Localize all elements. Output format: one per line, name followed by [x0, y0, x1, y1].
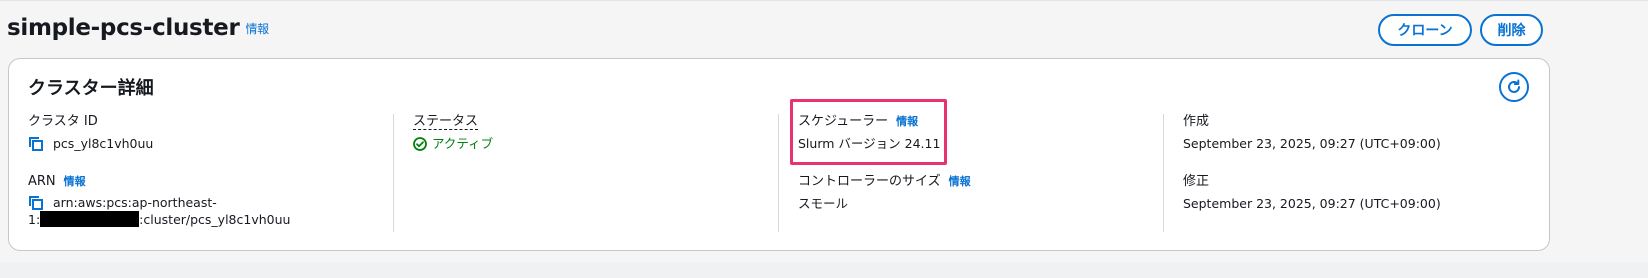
controller-size-label-row: コントローラーのサイズ 情報	[798, 174, 1158, 190]
cluster-id-field: pcs_yl8c1vh0uu	[28, 135, 388, 152]
arn-value-prefix: 1:	[28, 212, 41, 227]
arn-label-row: ARN 情報	[28, 174, 388, 190]
column-divider	[393, 114, 394, 232]
panel-title: クラスター詳細	[28, 78, 154, 99]
cluster-details-panel: クラスター詳細 クラスタ ID pcs_yl8c1vh0uu ARN 情報 arn…	[8, 58, 1550, 251]
modified-label: 修正	[1183, 174, 1210, 189]
arn-field: arn:aws:pcs:ap-northeast- 1: :cluster/pcs…	[28, 194, 388, 228]
column-status: ステータス アクティブ	[413, 114, 773, 232]
controller-size-info-link[interactable]: 情報	[949, 175, 971, 188]
column-divider	[778, 114, 779, 232]
annotation-highlight-box	[790, 99, 947, 165]
delete-button[interactable]: 削除	[1480, 14, 1543, 46]
column-identifiers: クラスタ ID pcs_yl8c1vh0uu ARN 情報 arn:aws:pcs…	[28, 114, 388, 232]
refresh-icon	[1508, 79, 1520, 93]
cluster-id-value: pcs_yl8c1vh0uu	[53, 136, 154, 151]
status-value: アクティブ	[432, 136, 494, 151]
modified-value: September 23, 2025, 09:27 (UTC+09:00)	[1183, 196, 1441, 211]
refresh-button[interactable]	[1499, 72, 1529, 102]
arn-value-line1: arn:aws:pcs:ap-northeast-	[53, 195, 217, 210]
arn-info-link[interactable]: 情報	[64, 175, 86, 188]
page-title-text: simple-pcs-cluster	[7, 15, 240, 41]
copy-icon[interactable]	[28, 136, 44, 152]
status-label-row: ステータス	[413, 114, 773, 130]
clone-button[interactable]: クローン	[1378, 14, 1472, 46]
arn-label: ARN	[28, 174, 56, 189]
status-label[interactable]: ステータス	[413, 114, 479, 130]
redacted-account-id	[40, 211, 140, 227]
column-divider	[1163, 114, 1164, 232]
arn-value-suffix: :cluster/pcs_yl8c1vh0uu	[139, 212, 291, 227]
copy-icon[interactable]	[28, 195, 44, 211]
status-success-icon	[413, 136, 427, 151]
created-value: September 23, 2025, 09:27 (UTC+09:00)	[1183, 136, 1441, 151]
title-info-link[interactable]: 情報	[245, 22, 269, 36]
controller-size-value: スモール	[798, 196, 849, 211]
page-title: simple-pcs-cluster 情報	[7, 15, 269, 41]
top-border	[0, 0, 1648, 1]
cluster-id-label: クラスタ ID	[28, 114, 98, 129]
controller-size-label: コントローラーのサイズ	[798, 174, 941, 189]
bottom-band	[0, 262, 1648, 278]
column-dates: 作成 September 23, 2025, 09:27 (UTC+09:00)…	[1183, 114, 1523, 232]
status-value-row: アクティブ	[413, 135, 773, 152]
created-label: 作成	[1183, 114, 1210, 129]
